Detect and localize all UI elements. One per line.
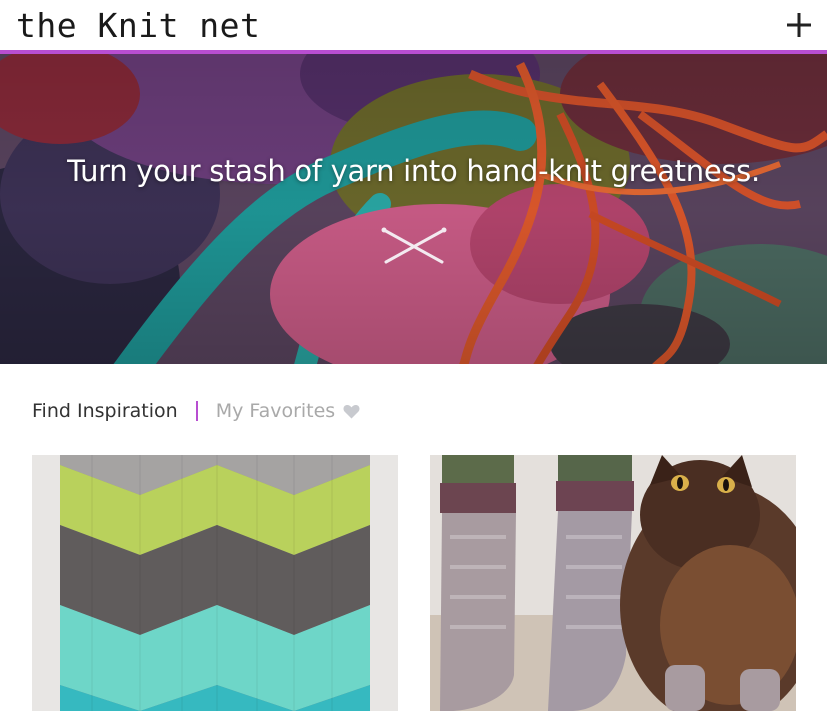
chevron-knit-blanket-photo xyxy=(32,455,398,711)
site-header: the Knit net xyxy=(0,0,827,54)
site-logo[interactable]: the Knit net xyxy=(16,6,260,46)
knitting-needles-icon xyxy=(381,227,447,264)
inspiration-card[interactable] xyxy=(430,455,796,711)
content-tabs: Find Inspiration My Favorites xyxy=(32,396,360,426)
tab-my-favorites[interactable]: My Favorites xyxy=(216,400,361,422)
tab-find-inspiration[interactable]: Find Inspiration xyxy=(32,400,178,422)
heart-icon xyxy=(343,404,360,418)
hand-knit-socks-with-cat-photo xyxy=(430,455,796,711)
hero-headline: Turn your stash of yarn into hand-knit g… xyxy=(67,154,760,188)
tab-my-favorites-label: My Favorites xyxy=(215,400,336,422)
tab-divider xyxy=(195,401,198,421)
yarn-stash-photo xyxy=(0,54,827,364)
add-button[interactable] xyxy=(785,11,813,39)
hero-banner: Turn your stash of yarn into hand-knit g… xyxy=(0,54,827,364)
inspiration-card[interactable] xyxy=(32,455,398,711)
plus-icon xyxy=(787,13,811,37)
